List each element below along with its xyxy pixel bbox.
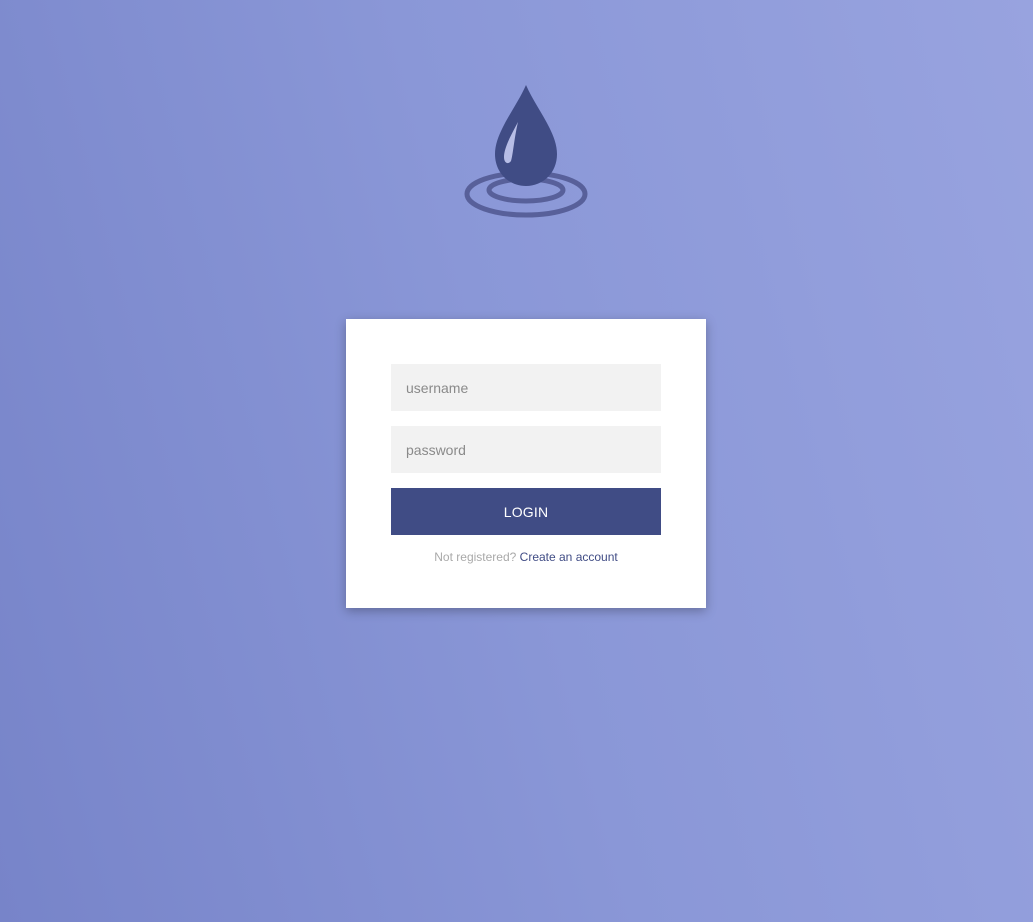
login-card: LOGIN Not registered? Create an account	[346, 319, 706, 608]
create-account-link[interactable]: Create an account	[520, 550, 618, 564]
password-input[interactable]	[391, 426, 661, 473]
water-drop-icon	[464, 85, 588, 218]
login-button[interactable]: LOGIN	[391, 488, 661, 535]
register-prompt: Not registered? Create an account	[391, 550, 661, 564]
not-registered-text: Not registered?	[434, 550, 517, 564]
username-input[interactable]	[391, 364, 661, 411]
